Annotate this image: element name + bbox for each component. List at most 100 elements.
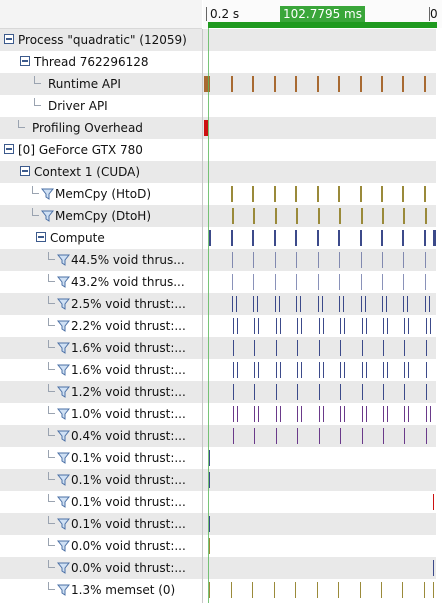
activity-marker[interactable]: [424, 230, 426, 246]
activity-marker[interactable]: [295, 76, 297, 92]
activity-marker[interactable]: [340, 318, 341, 334]
activity-marker[interactable]: [252, 186, 254, 202]
activity-marker[interactable]: [362, 406, 363, 422]
collapse-icon[interactable]: [20, 166, 30, 176]
activity-marker[interactable]: [297, 340, 298, 356]
activity-marker[interactable]: [317, 582, 318, 598]
activity-marker[interactable]: [318, 208, 320, 224]
activity-marker[interactable]: [430, 318, 431, 334]
activity-marker[interactable]: [254, 362, 255, 378]
activity-marker[interactable]: [425, 274, 426, 290]
activity-marker[interactable]: [296, 208, 298, 224]
activity-marker[interactable]: [209, 538, 210, 554]
timeline-lane[interactable]: [203, 73, 436, 95]
activity-marker[interactable]: [319, 384, 320, 400]
activity-marker[interactable]: [381, 76, 383, 92]
activity-marker[interactable]: [209, 230, 211, 246]
filter-icon[interactable]: [57, 342, 70, 354]
activity-marker[interactable]: [407, 296, 408, 312]
activity-marker[interactable]: [361, 274, 362, 290]
activity-marker[interactable]: [426, 384, 427, 400]
activity-marker[interactable]: [366, 318, 367, 334]
activity-marker[interactable]: [340, 428, 341, 444]
timeline-lane[interactable]: [203, 51, 436, 73]
activity-marker[interactable]: [360, 76, 362, 92]
activity-marker[interactable]: [232, 252, 233, 268]
activity-marker[interactable]: [404, 340, 405, 356]
timeline-lane[interactable]: [203, 557, 436, 579]
activity-marker[interactable]: [362, 384, 363, 400]
activity-marker[interactable]: [233, 318, 234, 334]
activity-marker[interactable]: [339, 252, 340, 268]
activity-marker[interactable]: [236, 296, 237, 312]
activity-marker[interactable]: [319, 428, 320, 444]
activity-marker[interactable]: [280, 318, 281, 334]
activity-marker[interactable]: [258, 362, 259, 378]
activity-marker[interactable]: [386, 296, 387, 312]
activity-marker[interactable]: [233, 406, 234, 422]
activity-marker[interactable]: [318, 274, 319, 290]
activity-marker[interactable]: [381, 582, 382, 598]
activity-marker[interactable]: [382, 274, 383, 290]
activity-marker[interactable]: [366, 406, 367, 422]
activity-marker[interactable]: [319, 318, 320, 334]
activity-marker[interactable]: [254, 384, 255, 400]
activity-marker[interactable]: [317, 230, 319, 246]
activity-marker[interactable]: [339, 208, 341, 224]
activity-marker[interactable]: [254, 318, 255, 334]
timeline-row-23[interactable]: 0.1% void thrust:...: [0, 513, 442, 535]
activity-marker[interactable]: [403, 274, 404, 290]
activity-marker[interactable]: [297, 362, 298, 378]
activity-marker[interactable]: [275, 296, 276, 312]
activity-marker[interactable]: [301, 406, 302, 422]
timeline-lane[interactable]: [203, 447, 436, 469]
activity-marker[interactable]: [252, 76, 254, 92]
activity-marker[interactable]: [424, 76, 426, 92]
timeline-row-11[interactable]: 44.5% void thrus...: [0, 249, 442, 271]
activity-marker[interactable]: [209, 450, 210, 466]
timeline-row-25[interactable]: 0.0% void thrust:...: [0, 557, 442, 579]
activity-marker[interactable]: [280, 406, 281, 422]
activity-marker[interactable]: [252, 230, 254, 246]
activity-marker[interactable]: [344, 318, 345, 334]
activity-marker[interactable]: [253, 274, 254, 290]
activity-marker[interactable]: [297, 384, 298, 400]
activity-marker[interactable]: [425, 296, 426, 312]
activity-marker[interactable]: [280, 362, 281, 378]
filter-icon[interactable]: [57, 540, 70, 552]
activity-marker[interactable]: [404, 318, 405, 334]
activity-marker[interactable]: [433, 494, 434, 510]
activity-marker[interactable]: [296, 274, 297, 290]
activity-marker[interactable]: [338, 582, 339, 598]
activity-marker[interactable]: [383, 318, 384, 334]
filter-icon[interactable]: [57, 452, 70, 464]
activity-marker[interactable]: [426, 362, 427, 378]
timeline-row-22[interactable]: 0.1% void thrust:...: [0, 491, 442, 513]
activity-marker[interactable]: [387, 318, 388, 334]
activity-marker[interactable]: [425, 252, 426, 268]
timeline-lane[interactable]: [203, 469, 436, 491]
timeline-lane[interactable]: [203, 139, 436, 161]
activity-marker[interactable]: [343, 296, 344, 312]
timeline-lane[interactable]: [203, 205, 436, 227]
activity-marker[interactable]: [403, 208, 405, 224]
activity-marker[interactable]: [232, 274, 233, 290]
filter-icon[interactable]: [57, 386, 70, 398]
activity-marker[interactable]: [404, 406, 405, 422]
timeline-row-4[interactable]: Driver API: [0, 95, 442, 117]
activity-marker[interactable]: [319, 340, 320, 356]
filter-icon[interactable]: [41, 210, 54, 222]
activity-marker[interactable]: [362, 318, 363, 334]
activity-marker[interactable]: [402, 582, 403, 598]
timeline-row-19[interactable]: 0.4% void thrust:...: [0, 425, 442, 447]
timeline-row-9[interactable]: MemCpy (DtoH): [0, 205, 442, 227]
activity-marker[interactable]: [323, 362, 324, 378]
activity-marker[interactable]: [297, 406, 298, 422]
timeline-lane[interactable]: [203, 315, 436, 337]
activity-marker[interactable]: [257, 296, 258, 312]
activity-marker[interactable]: [274, 582, 275, 598]
timeline-lane[interactable]: [203, 579, 436, 601]
activity-marker[interactable]: [276, 340, 277, 356]
activity-marker[interactable]: [274, 186, 276, 202]
activity-marker[interactable]: [340, 340, 341, 356]
